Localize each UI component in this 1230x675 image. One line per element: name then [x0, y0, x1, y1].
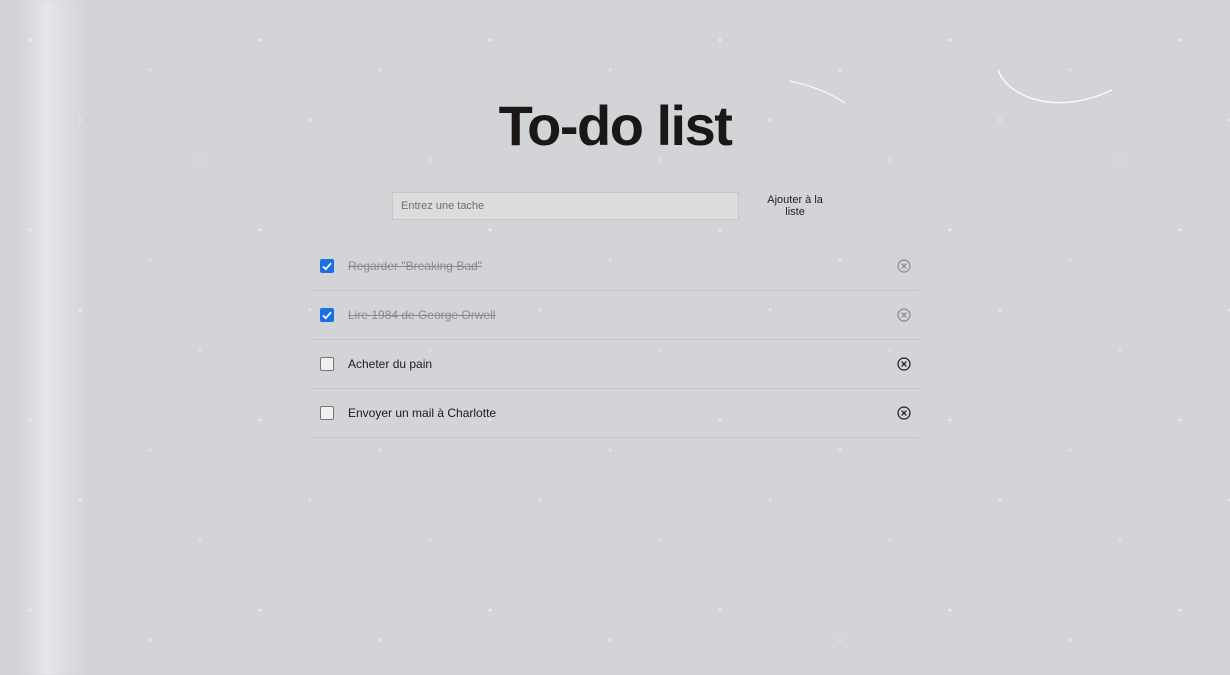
task-input[interactable]	[392, 192, 740, 220]
todo-checkbox[interactable]	[320, 259, 334, 273]
todo-item: Regarder "Breaking Bad"	[311, 242, 919, 291]
todo-list: Regarder "Breaking Bad" Lire 1984 de Geo…	[311, 242, 919, 438]
close-circle-icon[interactable]	[897, 357, 911, 371]
todo-item: Envoyer un mail à Charlotte	[311, 389, 919, 438]
todo-item: Lire 1984 de George Orwell	[311, 291, 919, 340]
close-circle-icon[interactable]	[897, 259, 911, 273]
add-to-list-button[interactable]: Ajouter à la liste	[748, 192, 842, 220]
todo-item: Acheter du pain	[311, 340, 919, 389]
close-circle-icon[interactable]	[897, 308, 911, 322]
todo-checkbox[interactable]	[320, 357, 334, 371]
todo-label: Lire 1984 de George Orwell	[348, 308, 496, 322]
checkmark-icon	[322, 262, 332, 271]
checkmark-icon	[322, 311, 332, 320]
close-circle-icon[interactable]	[897, 406, 911, 420]
todo-checkbox[interactable]	[320, 308, 334, 322]
add-task-form: Ajouter à la liste	[392, 192, 842, 220]
todo-label: Regarder "Breaking Bad"	[348, 259, 482, 273]
page-title: To-do list	[498, 94, 733, 157]
todo-checkbox[interactable]	[320, 406, 334, 420]
todo-label: Acheter du pain	[348, 357, 433, 371]
todo-label: Envoyer un mail à Charlotte	[348, 406, 497, 420]
